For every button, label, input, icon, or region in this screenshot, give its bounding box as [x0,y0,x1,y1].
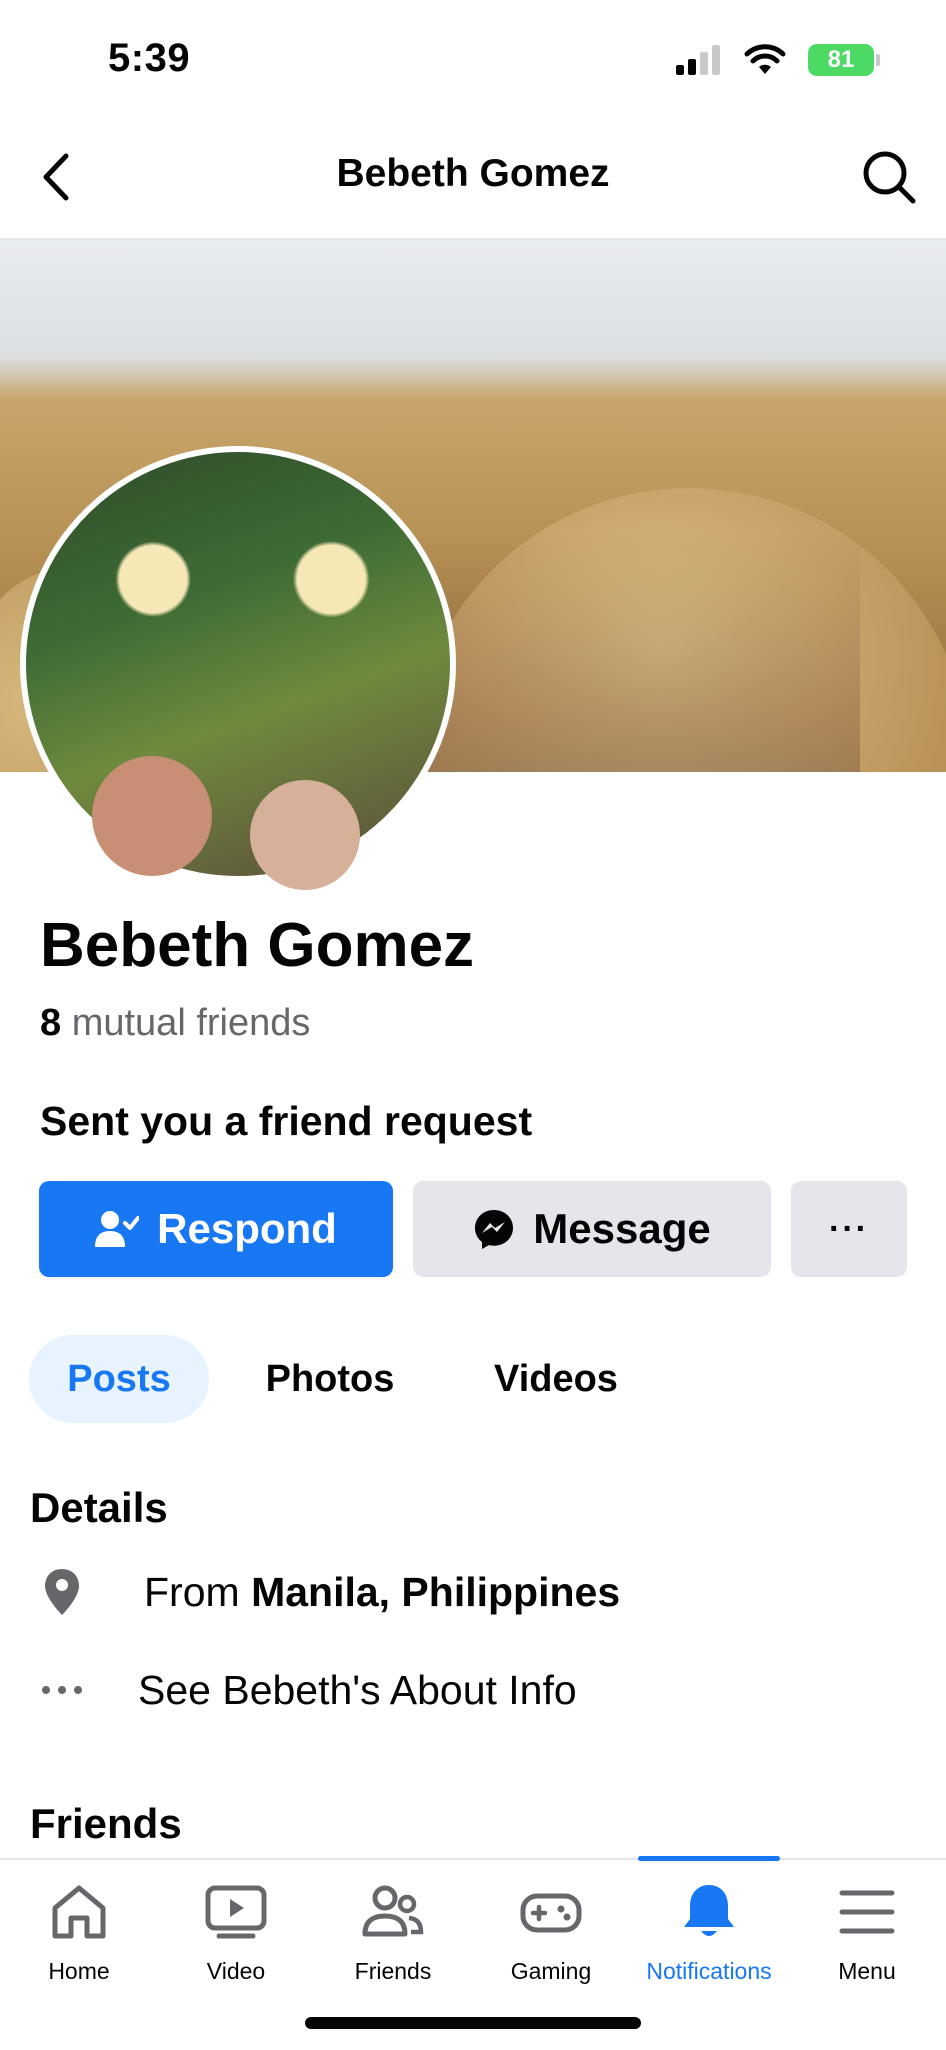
respond-label: Respond [157,1205,337,1252]
details-heading: Details [30,1484,168,1531]
location-pin-icon [30,1564,94,1620]
menu-icon [835,1880,899,1944]
detail-hometown: From Manila, Philippines [30,1564,620,1620]
friends-heading: Friends [30,1800,182,1847]
nav-title: Bebeth Gomez [336,152,610,195]
more-horizontal-icon [30,1662,94,1718]
tab-videos[interactable]: Videos [466,1335,646,1423]
tab-photos[interactable]: Photos [240,1335,420,1423]
battery-indicator: 81 [808,44,880,76]
about-info-label: See Bebeth's About Info [138,1666,577,1713]
hometown-place: Manila, Philippines [251,1568,621,1615]
tabbar-label: Notifications [646,1958,772,1984]
tabbar-menu[interactable]: Menu [788,1880,946,1985]
home-icon [47,1880,111,1944]
active-tab-indicator [638,1856,780,1861]
tabbar-label: Menu [838,1958,896,1984]
tabbar-label: Gaming [510,1958,592,1984]
status-icons: 81 [676,44,880,76]
message-button[interactable]: Message [413,1181,771,1277]
tab-posts[interactable]: Posts [29,1335,209,1423]
mutual-friends[interactable]: 8 mutual friends [40,1002,310,1045]
more-dots-icon: ··· [829,1209,869,1248]
friend-request-label: Sent you a friend request [40,1098,533,1144]
home-indicator [305,2017,641,2029]
tabbar-notifications[interactable]: Notifications [630,1880,788,1985]
person-check-icon [95,1211,140,1247]
search-icon[interactable] [860,148,918,206]
tabbar-gaming[interactable]: Gaming [472,1880,630,1985]
gaming-icon [519,1880,583,1944]
mutual-friends-label: mutual friends [71,1002,311,1044]
tabbar-label: Home [48,1958,110,1984]
more-options-button[interactable]: ··· [791,1181,907,1277]
tabbar-label: Friends [354,1958,432,1984]
about-info-link[interactable]: See Bebeth's About Info [30,1662,577,1718]
messenger-icon [475,1210,514,1249]
battery-level: 81 [827,46,855,73]
bell-icon [677,1880,741,1944]
avatar-face [250,780,360,890]
status-time: 5:39 [108,36,191,80]
wifi-icon [744,44,786,74]
message-label: Message [533,1205,711,1252]
hometown-prefix: From [144,1568,240,1615]
tabbar-video[interactable]: Video [157,1880,315,1985]
cellular-signal-icon [676,45,720,75]
avatar-face [92,756,212,876]
tabbar-label: Video [206,1958,266,1984]
profile-name: Bebeth Gomez [40,911,475,980]
tabbar-home[interactable]: Home [0,1880,158,1985]
friends-icon [361,1880,425,1944]
video-icon [204,1880,268,1944]
respond-button[interactable]: Respond [39,1181,393,1277]
mutual-friends-count: 8 [40,1002,62,1044]
profile-avatar[interactable] [20,446,456,882]
tabbar-friends[interactable]: Friends [314,1880,472,1985]
